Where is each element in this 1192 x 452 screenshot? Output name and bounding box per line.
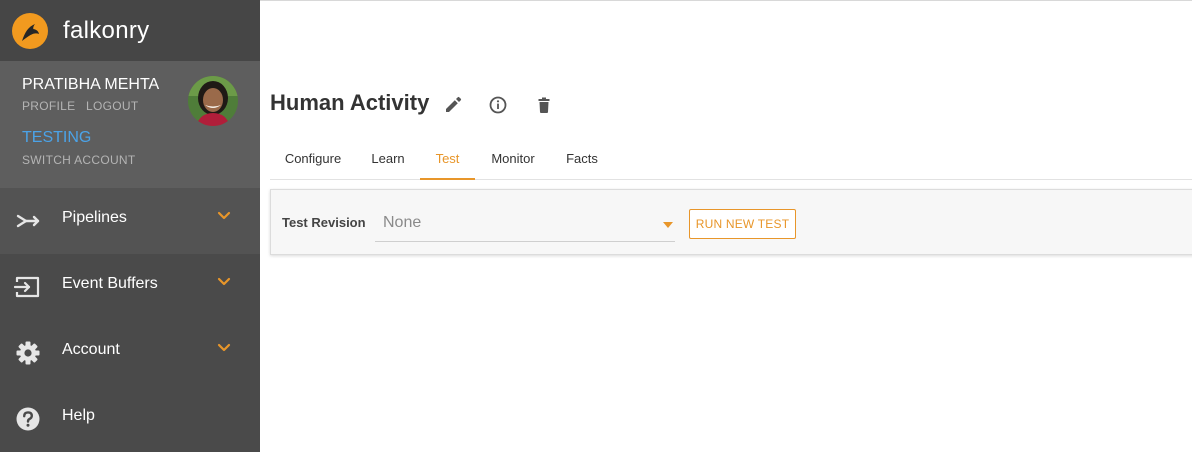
avatar[interactable] (188, 76, 238, 126)
page-title: Human Activity (270, 90, 430, 115)
run-new-test-button[interactable]: RUN NEW TEST (689, 209, 796, 239)
app-window: falkonry PRATIBHA MEHTA PROFILE LOGOUT T… (0, 0, 1192, 452)
sidebar: falkonry PRATIBHA MEHTA PROFILE LOGOUT T… (0, 0, 260, 452)
main-content: Human Activity Configure Learn Test Moni… (260, 0, 1192, 452)
user-name: PRATIBHA MEHTA (22, 76, 160, 93)
input-icon (14, 276, 40, 298)
tab-bar: Configure Learn Test Monitor Facts (270, 137, 1192, 180)
sidebar-item-account[interactable]: Account (0, 320, 260, 386)
chevron-down-icon (217, 343, 231, 352)
test-revision-select[interactable]: None (375, 204, 675, 242)
falkonry-logo-icon (12, 13, 48, 49)
gear-icon (16, 341, 40, 365)
tab-learn[interactable]: Learn (356, 137, 420, 180)
user-panel: PRATIBHA MEHTA PROFILE LOGOUT TESTING SW… (0, 61, 260, 188)
environment-name: TESTING (22, 129, 92, 146)
sidebar-item-help[interactable]: Help (0, 386, 260, 452)
help-circle-icon (16, 407, 40, 431)
brand-header: falkonry (0, 0, 260, 61)
sidebar-item-pipelines[interactable]: Pipelines (0, 188, 260, 254)
chevron-down-icon (217, 277, 231, 286)
trash-icon[interactable] (534, 95, 554, 115)
brand-name: falkonry (63, 17, 150, 44)
switch-account-link[interactable]: SWITCH ACCOUNT (22, 153, 136, 167)
sidebar-item-label: Help (62, 407, 95, 424)
pipeline-merge-icon (16, 214, 40, 228)
selected-revision: None (383, 214, 422, 231)
sidebar-item-label: Event Buffers (62, 275, 158, 292)
sidebar-item-label: Account (62, 341, 120, 358)
tab-facts[interactable]: Facts (551, 137, 613, 180)
dropdown-caret-icon (663, 222, 673, 228)
tab-configure[interactable]: Configure (270, 137, 356, 180)
edit-icon[interactable] (443, 95, 463, 115)
tab-monitor[interactable]: Monitor (475, 137, 551, 180)
chevron-down-icon (217, 211, 231, 220)
profile-link[interactable]: PROFILE (22, 99, 75, 113)
sidebar-item-event-buffers[interactable]: Event Buffers (0, 254, 260, 320)
info-icon[interactable] (488, 95, 508, 115)
test-revision-panel: Test Revision None RUN NEW TEST (270, 189, 1192, 255)
tab-test[interactable]: Test (420, 137, 475, 180)
test-revision-label: Test Revision (282, 215, 366, 230)
logout-link[interactable]: LOGOUT (86, 99, 138, 113)
sidebar-item-label: Pipelines (62, 209, 127, 226)
